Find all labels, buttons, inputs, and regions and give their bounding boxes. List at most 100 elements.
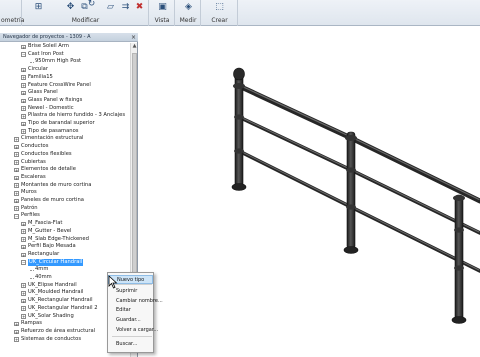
expand-icon[interactable]: + xyxy=(21,291,26,296)
expand-icon[interactable]: + xyxy=(14,144,19,150)
scroll-thumb[interactable] xyxy=(132,53,137,293)
ribbon-group-measure[interactable]: ◈ Medir xyxy=(176,0,201,26)
tree-item[interactable]: + Newel - Domestic xyxy=(0,105,130,113)
collapse-icon[interactable]: − xyxy=(21,52,26,57)
expand-icon[interactable]: + xyxy=(14,160,19,165)
view-icon[interactable]: ▣ xyxy=(157,2,168,13)
expand-icon[interactable]: + xyxy=(21,121,26,127)
expand-icon[interactable]: + xyxy=(21,306,26,312)
expand-icon[interactable]: + xyxy=(14,183,19,188)
expand-icon[interactable]: + xyxy=(21,283,26,288)
tree-item[interactable]: + Conductos xyxy=(0,143,130,151)
expand-icon[interactable]: + xyxy=(14,329,19,335)
align-icon[interactable]: ⊞ xyxy=(33,2,44,13)
context-menu-item[interactable]: Cambiar nombre... xyxy=(108,297,163,306)
expand-icon[interactable]: + xyxy=(21,229,26,235)
tree-item[interactable]: + Feature CrossWire Panel xyxy=(0,82,130,90)
tree-item[interactable]: + Pilastra de hierro fundido - 3 Anclajes xyxy=(0,112,130,120)
collapse-icon[interactable]: − xyxy=(14,214,19,219)
expand-icon[interactable]: + xyxy=(14,137,19,142)
tree-item[interactable]: + Conductos flexibles xyxy=(0,151,130,159)
tree-connector xyxy=(30,270,34,272)
tree-item[interactable]: + Familia15 xyxy=(0,74,130,82)
tree-item[interactable]: + M_Gutter - Bevel xyxy=(0,228,130,236)
tree-item[interactable]: + M_Fascia-Flat xyxy=(0,220,130,228)
expand-icon[interactable]: + xyxy=(14,198,19,204)
tree-item[interactable]: + Tipo de barandal superior xyxy=(0,120,130,128)
expand-icon[interactable]: + xyxy=(21,244,26,250)
tree-item[interactable]: 950mm High Post xyxy=(0,58,130,66)
expand-icon[interactable]: + xyxy=(14,190,19,196)
expand-icon[interactable]: + xyxy=(14,152,19,158)
expand-icon[interactable]: + xyxy=(14,321,19,327)
expand-icon[interactable]: + xyxy=(14,337,19,342)
tree-item-label: UK_Circular Handrail xyxy=(28,258,84,267)
tree-item-label: Paneles de muro cortina xyxy=(21,197,84,203)
tree-item[interactable]: + Perfil Bajo Mesada xyxy=(0,243,130,251)
ribbon-group-label: ometría xyxy=(1,17,25,24)
expand-icon[interactable]: + xyxy=(21,83,26,88)
tree-item[interactable]: − Perfiles xyxy=(0,212,130,220)
move-icon[interactable]: ✥ xyxy=(65,2,76,13)
context-menu-item[interactable]: Buscar... xyxy=(108,340,153,349)
scale-icon[interactable]: ▱ xyxy=(105,2,116,13)
expand-icon[interactable]: + xyxy=(21,252,26,258)
expand-icon[interactable]: + xyxy=(14,206,19,211)
tree-item[interactable]: + Escaleras xyxy=(0,174,130,182)
expand-icon[interactable]: + xyxy=(21,98,26,104)
expand-icon[interactable]: + xyxy=(21,90,26,96)
tree-item[interactable]: + Rectangular xyxy=(0,251,130,259)
tree-item[interactable]: + Cubiertas xyxy=(0,159,130,167)
rotate-icon[interactable]: ↻ xyxy=(86,0,97,10)
tree-item-label: Familia15 xyxy=(28,73,53,80)
measure-icon[interactable]: ◈ xyxy=(183,2,194,13)
close-icon[interactable]: × xyxy=(131,33,136,42)
project-browser-title-text: Navegador de proyectos - 1309 - A xyxy=(3,34,91,40)
tree-item-label: 950mm High Post xyxy=(35,58,82,65)
create-group-icon[interactable]: ⬚ xyxy=(214,2,225,13)
tree-item[interactable]: − Cast Iron Post xyxy=(0,51,130,59)
ribbon-group-geometry[interactable]: ometría xyxy=(0,0,25,26)
tree-item-label: M_Fascia-Flat xyxy=(28,220,63,227)
tree-item[interactable]: + Glass Panel xyxy=(0,89,130,97)
railing-model[interactable] xyxy=(139,33,480,357)
tree-item[interactable]: + Elementos de detalle xyxy=(0,166,130,174)
tree-item[interactable]: + Patrón xyxy=(0,205,130,213)
tree-item[interactable]: + Brise Soleil Arm xyxy=(0,43,130,51)
tree-item-selected[interactable]: − UK_Circular Handrail xyxy=(0,258,130,267)
tree-item[interactable]: + Montantes de muro cortina xyxy=(0,182,130,190)
scroll-up-icon[interactable]: ▲ xyxy=(131,43,138,50)
tree-item-label: Conductos xyxy=(21,143,49,150)
context-menu-item[interactable]: Guardar... xyxy=(108,316,153,325)
trim-icon[interactable]: ⇉ xyxy=(120,2,131,13)
tree-item[interactable]: + Glass Panel w fixings xyxy=(0,97,130,105)
tree-item[interactable]: + Muros xyxy=(0,189,130,197)
3d-viewport[interactable] xyxy=(139,33,480,357)
mouse-cursor-icon xyxy=(108,275,118,289)
expand-icon[interactable]: + xyxy=(21,67,26,73)
tree-item[interactable]: + M_Slab Edge-Thickened xyxy=(0,236,130,244)
expand-icon[interactable]: + xyxy=(21,298,26,304)
context-menu-item[interactable]: Volver a cargar... xyxy=(108,326,158,335)
ribbon-group-view[interactable]: ▣ Vista xyxy=(150,0,175,26)
expand-icon[interactable]: + xyxy=(21,314,26,319)
menu-separator xyxy=(112,336,152,337)
expand-icon[interactable]: + xyxy=(21,44,26,50)
tree-item[interactable]: + Circular xyxy=(0,66,130,74)
expand-icon[interactable]: + xyxy=(21,75,26,81)
expand-icon[interactable]: + xyxy=(21,113,26,119)
expand-icon[interactable]: + xyxy=(21,221,26,227)
expand-icon[interactable]: + xyxy=(14,167,19,173)
tree-item-label: Refuerzo de área estructural xyxy=(21,327,96,334)
expand-icon[interactable]: + xyxy=(14,175,19,181)
tree-item[interactable]: + Cimentación estructural xyxy=(0,135,130,143)
ribbon-group-create[interactable]: ⬚ Crear xyxy=(202,0,238,26)
expand-icon[interactable]: + xyxy=(21,237,26,242)
tree-item[interactable]: + Paneles de muro cortina xyxy=(0,197,130,205)
collapse-icon[interactable]: − xyxy=(21,260,26,265)
ribbon-group-modify[interactable]: ⊞ ✥ ⧉ ↻ ▱ ⇉ ✖ Modificar xyxy=(23,0,149,26)
delete-icon[interactable]: ✖ xyxy=(134,2,145,13)
context-menu-item[interactable]: Editar xyxy=(108,306,153,315)
expand-icon[interactable]: + xyxy=(21,106,26,111)
expand-icon[interactable]: + xyxy=(21,129,26,134)
